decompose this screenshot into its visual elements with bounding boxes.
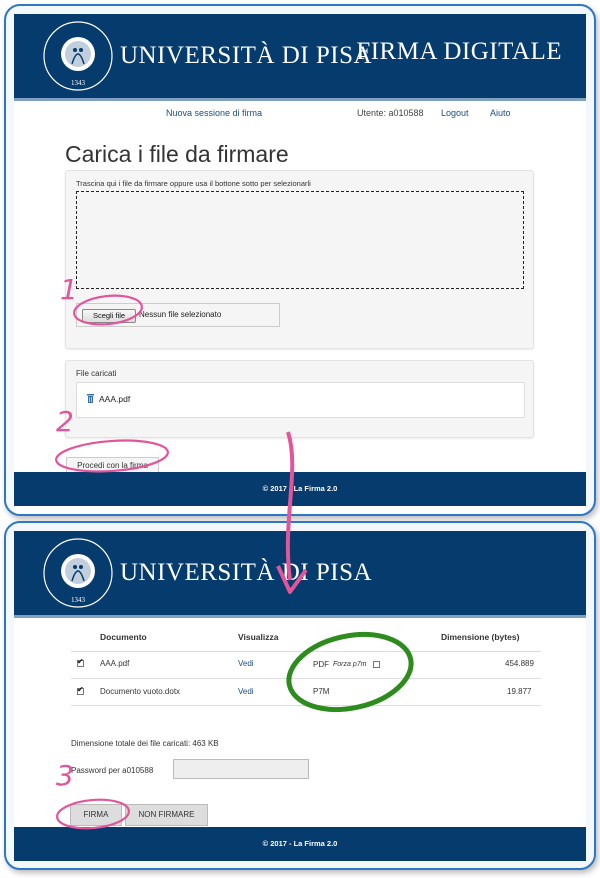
col-document: Documento	[100, 632, 147, 642]
row-view-link[interactable]: Vedi	[238, 687, 254, 696]
upload-page: 1343 UNIVERSITÀ DI PISA FIRMA DIGITALE N…	[14, 14, 586, 514]
help-link[interactable]: Aiuto	[490, 108, 511, 118]
university-seal-icon: 1343	[43, 538, 113, 608]
loaded-file-name: AAA.pdf	[99, 394, 131, 404]
row-size: 454.889	[505, 659, 534, 668]
step-number-1: 1	[60, 273, 78, 306]
app-title: FIRMA DIGITALE	[356, 38, 562, 65]
top-nav: Nuova sessione di firma Utente: a010588 …	[14, 102, 586, 124]
row-format: PDF	[313, 660, 329, 669]
row-select-checkbox[interactable]	[77, 685, 84, 695]
row-document-name: AAA.pdf	[100, 659, 130, 668]
table-divider	[71, 678, 541, 679]
seal-year: 1343	[71, 79, 86, 87]
new-session-link[interactable]: Nuova sessione di firma	[166, 108, 262, 118]
no-file-label: Nessun file selezionato	[139, 310, 222, 319]
force-p7m-label: Forza p7m	[333, 661, 367, 668]
upload-screenshot-panel: 1343 UNIVERSITÀ DI PISA FIRMA DIGITALE N…	[4, 4, 596, 516]
loaded-files-box: File caricati AAA.pdf	[65, 360, 534, 438]
drop-caption: Trascina qui i file da firmare oppure us…	[76, 179, 311, 188]
table-divider	[71, 705, 541, 706]
row-view-link[interactable]: Vedi	[238, 659, 254, 668]
total-size-label: Dimensione totale dei file caricati: 463…	[71, 739, 219, 748]
step-number-2: 2	[56, 405, 74, 438]
row-format: P7M	[313, 687, 330, 696]
footer: © 2017 - La Firma 2.0	[14, 472, 586, 506]
loaded-files-list: AAA.pdf	[76, 382, 525, 418]
loaded-files-caption: File caricati	[76, 369, 117, 378]
logout-link[interactable]: Logout	[441, 108, 469, 118]
sign-button[interactable]: FIRMA	[70, 804, 122, 826]
footer: © 2017 - La Firma 2.0	[14, 827, 586, 861]
site-header: 1343 UNIVERSITÀ DI PISA FIRMA DIGITALE	[14, 14, 586, 101]
step-number-3: 3	[56, 759, 74, 792]
file-picker[interactable]: Scegli file Nessun file selezionato	[76, 303, 280, 327]
col-size: Dimensione (bytes)	[441, 632, 520, 642]
table-divider	[71, 651, 541, 652]
user-label: Utente: a010588	[357, 108, 424, 118]
no-sign-button[interactable]: NON FIRMARE	[125, 804, 208, 826]
university-seal-icon: 1343	[43, 21, 113, 91]
drop-zone[interactable]	[76, 191, 524, 289]
trash-icon[interactable]	[87, 394, 94, 403]
seal-year: 1343	[71, 596, 86, 604]
col-view: Visualizza	[238, 632, 279, 642]
site-header: 1343 UNIVERSITÀ DI PISA	[14, 531, 586, 618]
row-size: 19.877	[507, 687, 532, 696]
upload-box: Trascina qui i file da firmare oppure us…	[65, 170, 534, 349]
choose-file-button[interactable]: Scegli file	[82, 309, 136, 323]
page-title: Carica i file da firmare	[65, 141, 289, 167]
row-select-checkbox[interactable]	[77, 657, 84, 667]
university-name: UNIVERSITÀ DI PISA	[120, 42, 373, 69]
university-name: UNIVERSITÀ DI PISA	[120, 559, 373, 586]
row-document-name: Documento vuoto.dotx	[100, 687, 181, 696]
password-field[interactable]	[173, 759, 309, 779]
force-p7m-checkbox[interactable]	[373, 661, 380, 668]
password-label: Password per a010588	[71, 766, 154, 775]
